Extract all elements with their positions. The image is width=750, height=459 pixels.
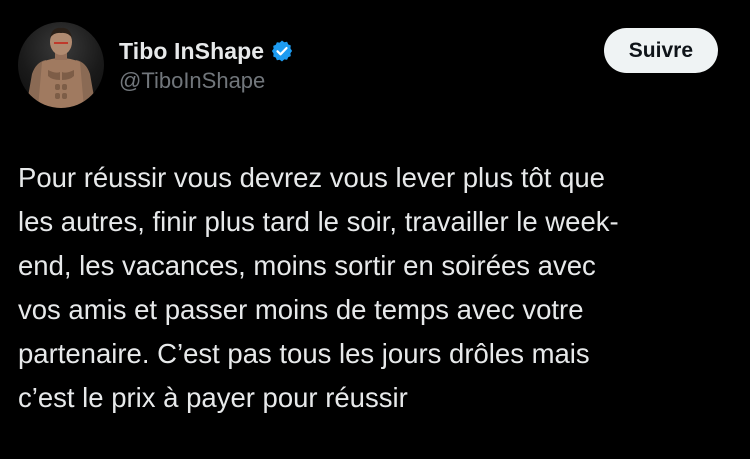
tweet-card: Tibo InShape @TiboInShape Suivre Pour ré… bbox=[0, 0, 750, 459]
tweet-header: Tibo InShape @TiboInShape Suivre bbox=[18, 22, 718, 108]
tweet-text: Pour réussir vous devrez vous lever plus… bbox=[18, 162, 619, 413]
author-display-name[interactable]: Tibo InShape bbox=[119, 38, 264, 65]
avatar-photo-icon bbox=[26, 27, 96, 108]
verified-badge-icon bbox=[270, 39, 294, 63]
avatar[interactable] bbox=[18, 22, 104, 108]
author-identity: Tibo InShape @TiboInShape bbox=[119, 36, 294, 94]
follow-button[interactable]: Suivre bbox=[603, 28, 718, 73]
author-handle[interactable]: @TiboInShape bbox=[119, 68, 294, 94]
name-row: Tibo InShape bbox=[119, 36, 294, 66]
